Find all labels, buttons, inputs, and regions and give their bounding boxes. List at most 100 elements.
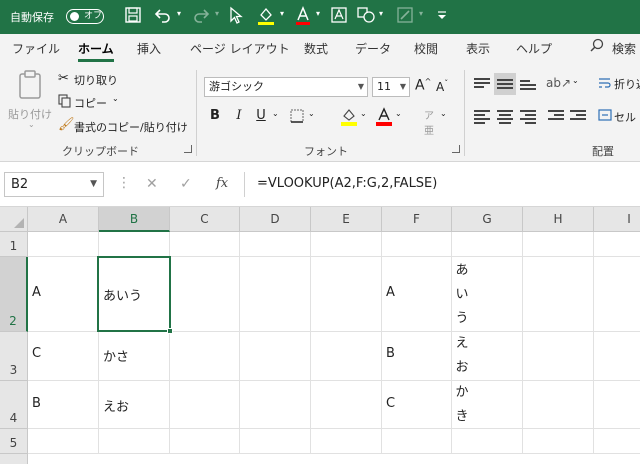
search-icon[interactable] <box>590 38 604 55</box>
column-header-a[interactable]: A <box>28 207 99 232</box>
row-header-1[interactable]: 1 <box>0 232 28 257</box>
cell-e4[interactable] <box>311 381 382 429</box>
autosave-toggle[interactable]: オフ <box>66 9 104 24</box>
cell-c2[interactable] <box>170 257 240 332</box>
cell-e2[interactable] <box>311 257 382 332</box>
fill-color-dropdown-icon[interactable]: ▾ <box>280 9 284 18</box>
align-middle-icon[interactable] <box>497 79 513 93</box>
align-left-icon[interactable] <box>474 110 490 124</box>
undo-dropdown-icon[interactable]: ▾ <box>177 9 181 18</box>
cell-b1[interactable] <box>99 232 170 257</box>
cell-b3[interactable]: かさ <box>99 332 170 381</box>
tab-review[interactable]: 校閲 <box>414 40 438 57</box>
row-header-3[interactable]: 3 <box>0 332 28 381</box>
shapes-icon[interactable] <box>356 6 378 28</box>
font-color-dropdown-icon[interactable]: ▾ <box>316 9 320 18</box>
cell-g4[interactable]: か き <box>452 381 523 429</box>
underline-dropdown-icon[interactable]: ⌄ <box>272 109 279 118</box>
borders-dropdown-icon[interactable]: ⌄ <box>308 109 315 118</box>
cell-i3[interactable] <box>594 332 640 381</box>
font-name-input[interactable]: 游ゴシック ▼ <box>204 77 368 97</box>
cut-button[interactable]: 切り取り <box>74 72 118 88</box>
shapes-dropdown-icon[interactable]: ▾ <box>379 9 383 18</box>
pen-icon[interactable] <box>396 6 418 28</box>
cell-f1[interactable] <box>382 232 452 257</box>
cell-g5[interactable] <box>452 429 523 454</box>
cell-a1[interactable] <box>28 232 99 257</box>
cell-d4[interactable] <box>240 381 311 429</box>
row-header-6[interactable] <box>0 454 28 464</box>
cell-i2[interactable] <box>594 257 640 332</box>
shrink-font-button[interactable]: Aˇ <box>436 79 448 94</box>
tab-data[interactable]: データ <box>355 40 391 57</box>
increase-indent-icon[interactable] <box>570 110 586 124</box>
column-header-c[interactable]: C <box>170 207 240 232</box>
cell-h5[interactable] <box>523 429 594 454</box>
cell-d3[interactable] <box>240 332 311 381</box>
cell-b4[interactable]: えお <box>99 381 170 429</box>
orientation-icon[interactable]: ab↗ <box>546 76 571 90</box>
cell-c1[interactable] <box>170 232 240 257</box>
cell-f5[interactable] <box>382 429 452 454</box>
column-header-e[interactable]: E <box>311 207 382 232</box>
align-bottom-icon[interactable] <box>520 80 536 94</box>
cell-b5[interactable] <box>99 429 170 454</box>
paste-icon[interactable] <box>14 68 48 102</box>
highlight-dropdown-icon[interactable]: ⌄ <box>360 109 367 118</box>
bold-button[interactable]: B <box>206 107 224 125</box>
font-size-dropdown-icon[interactable]: ▼ <box>400 78 406 96</box>
font-color-ribbon-icon[interactable] <box>375 107 393 127</box>
cell-h2[interactable] <box>523 257 594 332</box>
insert-function-button[interactable]: fx <box>216 176 228 191</box>
cell-i1[interactable] <box>594 232 640 257</box>
cell-a3[interactable]: C <box>28 332 99 381</box>
column-header-d[interactable]: D <box>240 207 311 232</box>
cell-i5[interactable] <box>594 429 640 454</box>
name-box-dropdown-icon[interactable]: ▼ <box>90 173 97 196</box>
column-header-f[interactable]: F <box>382 207 452 232</box>
save-icon[interactable] <box>124 6 146 28</box>
tab-page-layout[interactable]: ページ レイアウト <box>190 40 290 57</box>
pen-dropdown-icon[interactable]: ▾ <box>419 9 423 18</box>
cell-d5[interactable] <box>240 429 311 454</box>
format-painter-button[interactable]: 書式のコピー/貼り付け <box>74 119 188 135</box>
cursor-icon[interactable] <box>228 6 248 28</box>
paste-dropdown-icon[interactable]: ⌄ <box>28 120 35 129</box>
copy-dropdown-icon[interactable]: ⌄ <box>112 94 119 103</box>
cell-f4[interactable]: C <box>382 381 452 429</box>
redo-dropdown-icon[interactable]: ▾ <box>215 9 219 18</box>
italic-button[interactable]: I <box>230 107 248 125</box>
cell-e1[interactable] <box>311 232 382 257</box>
align-center-icon[interactable] <box>497 110 513 124</box>
font-color-icon[interactable] <box>294 6 314 28</box>
cell-h3[interactable] <box>523 332 594 381</box>
tab-file[interactable]: ファイル <box>12 40 60 57</box>
align-right-icon[interactable] <box>520 110 536 124</box>
row-header-2[interactable]: 2 <box>0 257 28 332</box>
cell-g3[interactable]: え お <box>452 332 523 381</box>
wrap-text-button[interactable]: 折り返 <box>614 76 640 92</box>
cell-h1[interactable] <box>523 232 594 257</box>
phonetic-dropdown-icon[interactable]: ⌄ <box>440 109 447 118</box>
cell-a5[interactable] <box>28 429 99 454</box>
cell-c3[interactable] <box>170 332 240 381</box>
row-header-5[interactable]: 5 <box>0 429 28 454</box>
font-size-input[interactable]: 11 ▼ <box>372 77 410 97</box>
cell-e5[interactable] <box>311 429 382 454</box>
tab-home[interactable]: ホーム <box>78 40 114 62</box>
tab-help[interactable]: ヘルプ <box>516 40 552 57</box>
column-header-b[interactable]: B <box>99 207 170 232</box>
grow-font-button[interactable]: A^ <box>415 77 431 94</box>
orientation-dropdown-icon[interactable]: ⌄ <box>572 76 579 85</box>
cell-g1[interactable] <box>452 232 523 257</box>
tab-insert[interactable]: 挿入 <box>137 40 161 57</box>
cell-c4[interactable] <box>170 381 240 429</box>
font-name-dropdown-icon[interactable]: ▼ <box>358 78 364 96</box>
font-launcher-icon[interactable] <box>452 145 460 153</box>
merge-cells-button[interactable]: セル <box>614 109 636 125</box>
cancel-icon[interactable]: ✕ <box>146 176 158 192</box>
column-header-g[interactable]: G <box>452 207 523 232</box>
cell-e3[interactable] <box>311 332 382 381</box>
formula-bar-grip-icon[interactable]: ⋮ <box>117 175 131 191</box>
tab-view[interactable]: 表示 <box>466 40 490 57</box>
